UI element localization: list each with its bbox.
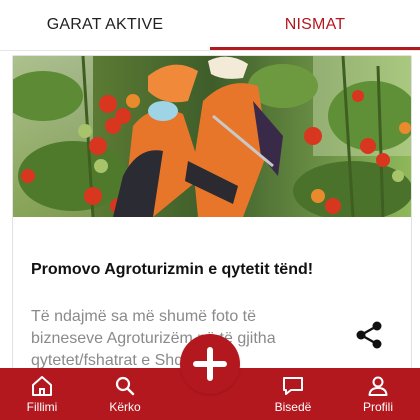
nav-label: Fillimi [26, 400, 58, 414]
nav-item-profile[interactable]: Profili [343, 368, 413, 420]
nav-item-home[interactable]: Fillimi [7, 368, 77, 420]
nav-label: Bisedë [274, 400, 312, 414]
card-title: Promovo Agroturizmin e qytetit tënd! [31, 261, 314, 278]
card-description-line: Të ndajmë sa më shumë foto të [31, 308, 256, 325]
plus-icon [193, 347, 227, 381]
tab-label: NISMAT [284, 16, 346, 33]
add-button[interactable] [180, 334, 240, 394]
nav-item-chat[interactable]: Bisedë [258, 368, 328, 420]
nav-item-search[interactable]: Kërko [90, 368, 160, 420]
search-icon [115, 376, 135, 396]
chat-icon [283, 377, 303, 395]
share-icon [356, 321, 382, 349]
nav-label: Kërko [109, 400, 141, 414]
tab-divider [0, 50, 420, 51]
share-button[interactable] [353, 319, 385, 351]
tab-garat-aktive[interactable]: GARAT AKTIVE [0, 0, 210, 50]
greenhouse-tomato-workers-photo [13, 56, 411, 217]
nav-label: Profili [362, 400, 393, 414]
top-tab-bar: GARAT AKTIVE NISMAT [0, 0, 420, 50]
user-icon [368, 376, 388, 396]
tab-label: GARAT AKTIVE [46, 16, 164, 33]
home-icon [32, 376, 52, 396]
card-description-line: bizneseve Agroturizëm në të gjitha [31, 330, 276, 347]
tab-nismat[interactable]: NISMAT [210, 0, 420, 50]
